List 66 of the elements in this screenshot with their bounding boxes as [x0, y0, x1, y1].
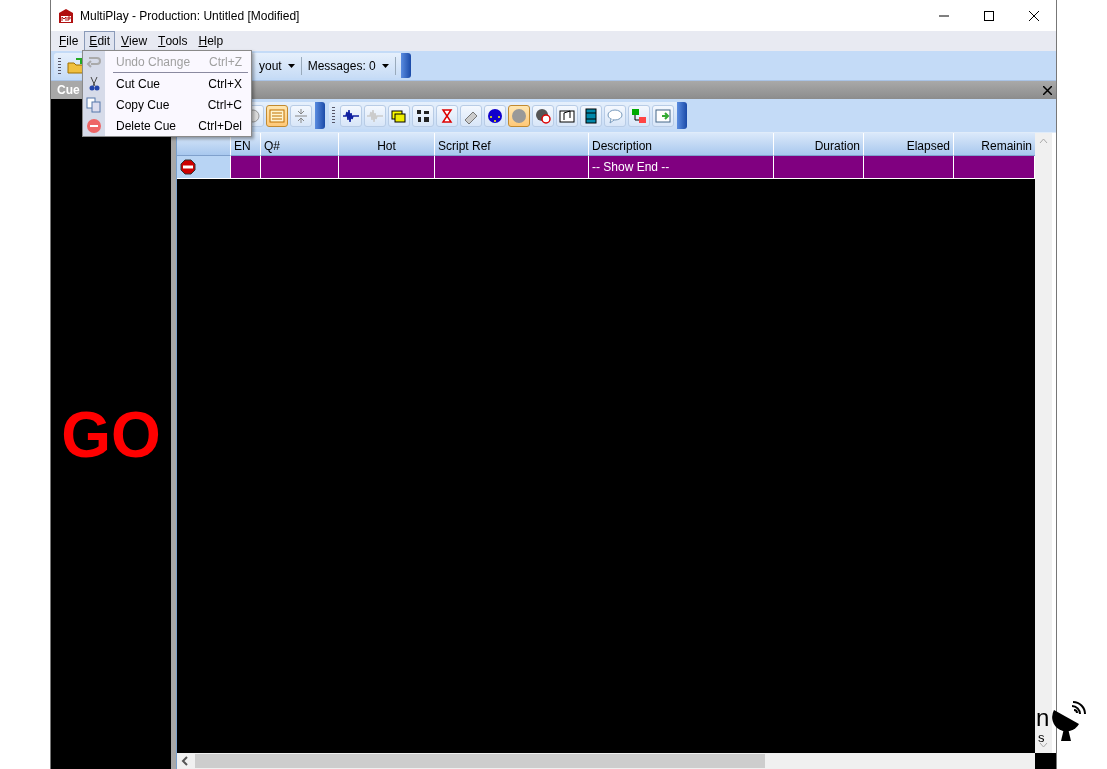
end-marker-icon — [180, 159, 196, 175]
shortcut-label: Ctrl+X — [208, 76, 242, 91]
column-header[interactable]: Hot — [339, 133, 435, 156]
column-header[interactable]: Q# — [261, 133, 339, 156]
shortcut-label: Ctrl+Z — [209, 54, 242, 69]
toolbar-end-cap — [677, 102, 687, 129]
column-header[interactable]: Script Ref — [435, 133, 589, 156]
vertical-scrollbar[interactable] — [1035, 133, 1052, 753]
scrollbar-thumb[interactable] — [195, 754, 765, 768]
stop-icon — [534, 106, 552, 125]
menu-entry-label: Cut Cue — [116, 76, 162, 91]
column-header[interactable]: Elapsed — [864, 133, 954, 156]
folder-icon — [67, 56, 85, 75]
maximize-icon — [983, 10, 994, 21]
menu-entry-label: Copy Cue — [116, 97, 171, 112]
menu-entry[interactable]: Delete Cue Ctrl+Del — [83, 115, 251, 136]
table-cell — [231, 156, 261, 179]
caret-icon — [287, 63, 295, 68]
toolbar-grip[interactable] — [332, 106, 335, 125]
toolbar-end-cap — [315, 102, 325, 129]
menu-item[interactable]: Help — [193, 31, 229, 51]
table-cell: -- Show End -- — [589, 156, 774, 179]
toolbar-grip[interactable] — [58, 57, 61, 74]
row-header-cell[interactable] — [177, 156, 231, 179]
column-header[interactable]: Remainin — [954, 133, 1035, 156]
shortcut-label: Ctrl+C — [207, 97, 242, 112]
toolbar-button[interactable] — [556, 104, 578, 127]
collapse-icon — [292, 106, 310, 125]
window-title: MultiPlay - Production: Untitled [Modified] — [80, 8, 301, 23]
layout-button[interactable]: yout — [253, 54, 301, 77]
close-icon — [1043, 85, 1052, 95]
network-icon — [630, 106, 648, 125]
go-label: GO — [61, 398, 161, 472]
toolbar-button[interactable] — [340, 104, 362, 127]
menu-item[interactable]: View — [116, 31, 153, 51]
text-fragment: n — [1036, 706, 1050, 730]
column-header[interactable]: Description — [589, 133, 774, 156]
copy-icon — [85, 95, 103, 114]
toolbar-button[interactable] — [580, 104, 602, 127]
toolbar-button[interactable] — [484, 104, 506, 127]
menu-item[interactable]: Tools — [153, 31, 193, 51]
caret-icon — [381, 63, 389, 68]
toolbar-button[interactable] — [412, 104, 434, 127]
shortcut-label: Ctrl+Del — [198, 118, 242, 133]
film-icon — [582, 106, 600, 125]
disc-icon — [510, 106, 528, 125]
menu-entry[interactable]: Cut Cue Ctrl+X — [83, 73, 251, 94]
toolbar-button[interactable] — [532, 104, 554, 127]
satellite-dish-icon — [1052, 700, 1087, 742]
close-icon — [1028, 10, 1039, 21]
menu-entry[interactable]: Copy Cue Ctrl+C — [83, 94, 251, 115]
disc-icon — [486, 106, 504, 125]
menu-item[interactable]: Edit — [84, 31, 116, 51]
horizontal-scrollbar[interactable] — [177, 753, 1035, 769]
text-fragment: s — [1038, 731, 1045, 744]
toolbar-button[interactable] — [388, 104, 410, 127]
list-icon — [268, 106, 286, 125]
menu-entry-label: Undo Change — [116, 54, 192, 69]
menu-entry-label: Delete Cue — [116, 118, 178, 133]
toolbar-end-cap — [400, 53, 411, 78]
speech-icon — [606, 106, 624, 125]
messages-button[interactable]: Messages: 0 — [301, 54, 395, 77]
column-header[interactable]: Duration — [774, 133, 864, 156]
menu-item[interactable]: File — [54, 31, 84, 51]
delete-icon — [85, 116, 103, 135]
app-logo-icon — [58, 7, 74, 24]
